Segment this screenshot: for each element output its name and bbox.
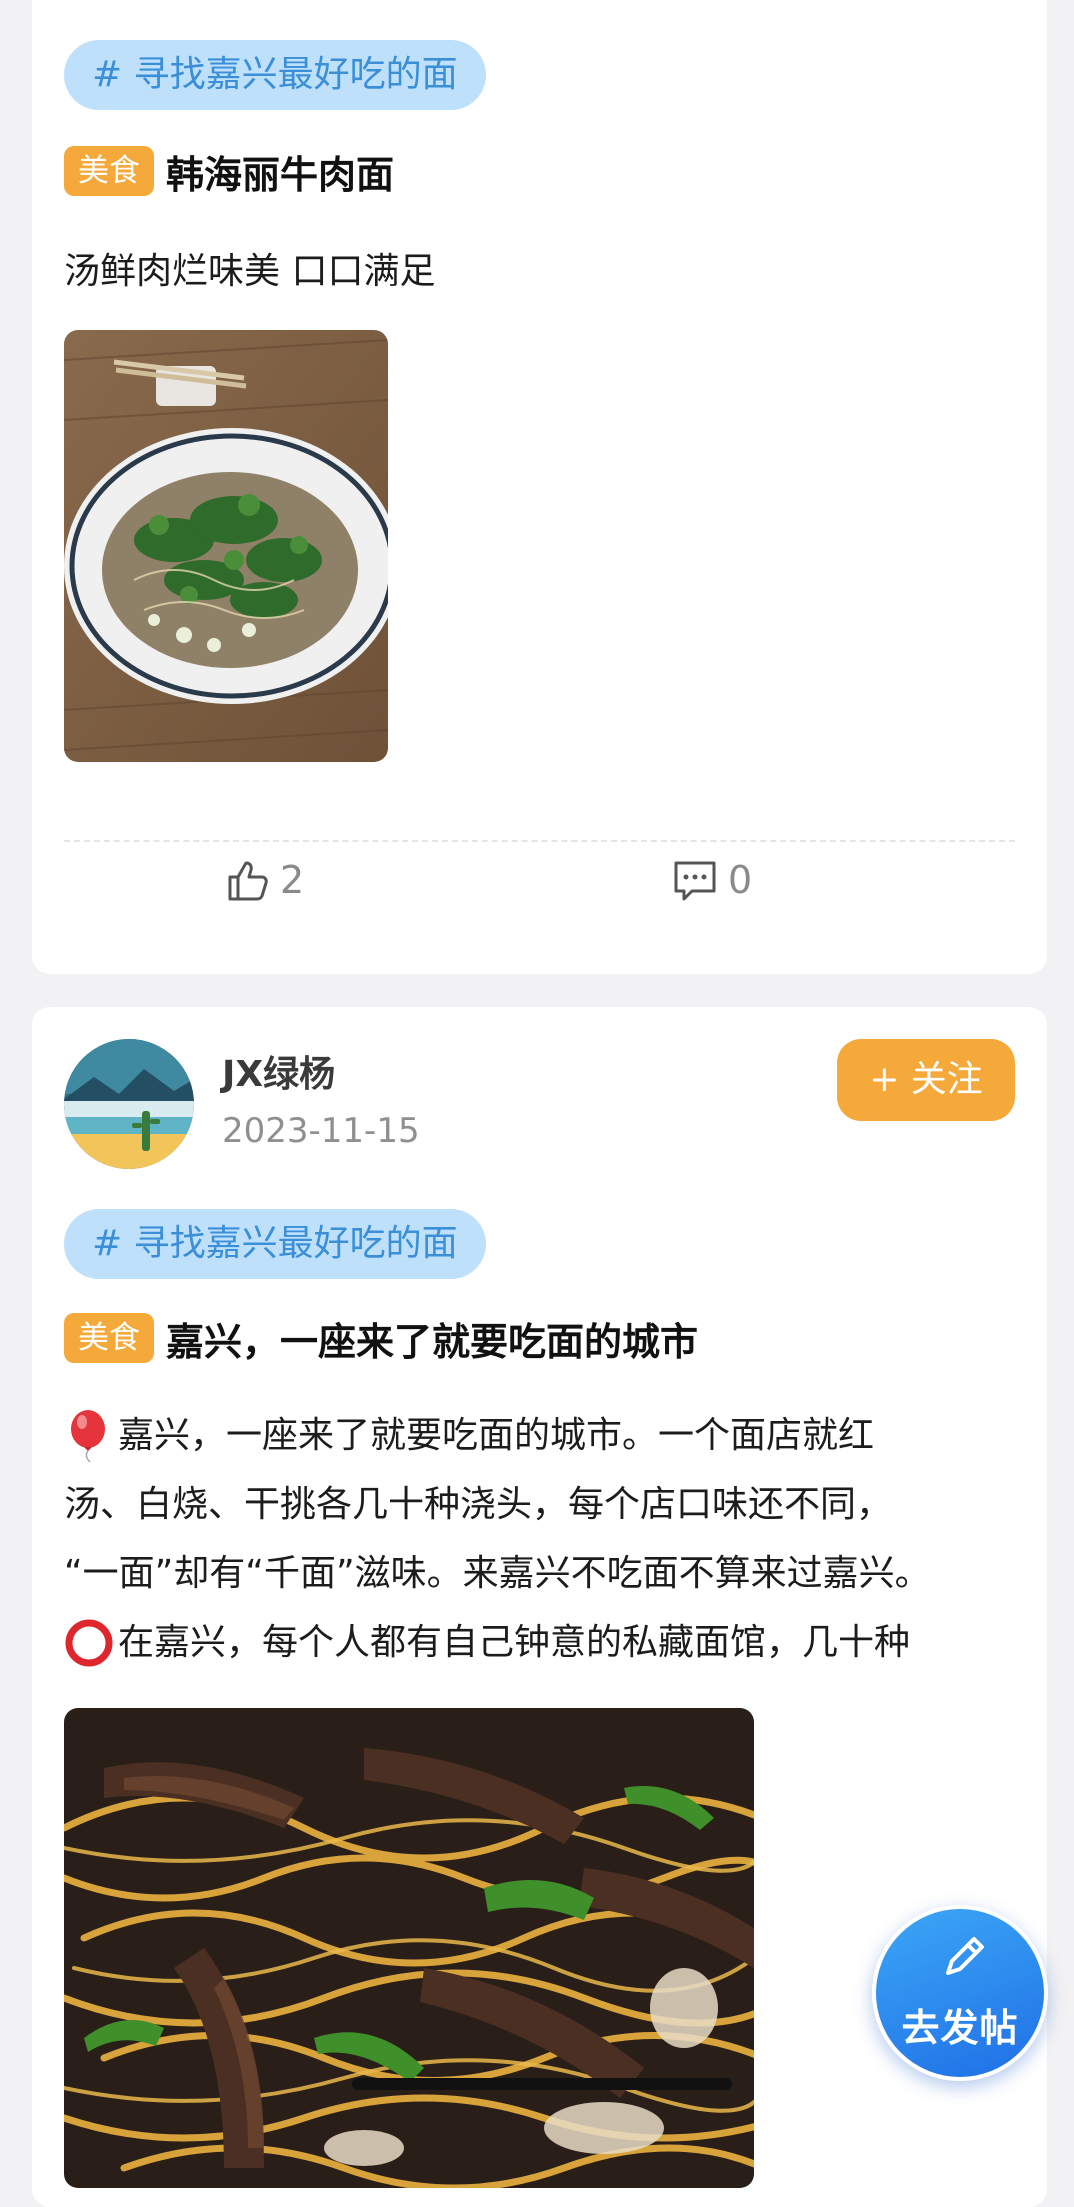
pencil-icon	[946, 1937, 984, 1975]
post-title: 韩海丽牛肉面	[166, 152, 395, 197]
body-line: 在嘉兴，每个人都有自己钟意的私藏面馆，几十种	[64, 1608, 1024, 1677]
post-date: 2023-11-15	[222, 1111, 420, 1151]
body-line: 嘉兴，一座来了就要吃面的城市。一个面店就红	[64, 1401, 1024, 1470]
post-description: 汤鲜肉烂味美 口口满足	[64, 251, 436, 292]
body-line: “一面”却有“千面”滋味。来嘉兴不吃面不算来过嘉兴。	[64, 1553, 931, 1594]
post-title-row[interactable]: 美食 韩海丽牛肉面	[64, 145, 394, 197]
balloon-icon	[71, 1409, 105, 1463]
red-circle-icon	[65, 1619, 113, 1666]
topic-chip[interactable]: # 寻找嘉兴最好吃的面	[64, 40, 486, 110]
post-title-row[interactable]: 美食 嘉兴，一座来了就要吃面的城市	[64, 1312, 698, 1364]
comment-icon	[674, 861, 716, 901]
like-count: 2	[280, 858, 305, 902]
topic-chip[interactable]: # 寻找嘉兴最好吃的面	[64, 1209, 486, 1279]
like-button[interactable]: 2	[224, 850, 304, 910]
post-image-eel-noodle[interactable]	[64, 1708, 754, 2188]
follow-button[interactable]: + 关注	[837, 1039, 1015, 1121]
create-post-label: 去发帖	[901, 2006, 1019, 2050]
card-divider	[64, 840, 1015, 842]
post-title: 嘉兴，一座来了就要吃面的城市	[166, 1319, 699, 1364]
comment-count: 0	[728, 858, 753, 902]
category-tag: 美食	[64, 146, 154, 196]
post-card[interactable]: # 寻找嘉兴最好吃的面 美食 韩海丽牛肉面 汤鲜肉烂味美 口口满足 2 0	[32, 0, 1047, 974]
post-image-beef-noodle[interactable]	[64, 330, 388, 762]
category-tag: 美食	[64, 1313, 154, 1363]
comment-button[interactable]: 0	[672, 850, 752, 910]
thumbs-up-icon	[228, 861, 268, 901]
post-body: 嘉兴，一座来了就要吃面的城市。一个面店就红 汤、白烧、干挑各几十种浇头，每个店口…	[64, 1401, 1024, 1677]
author-name[interactable]: JX绿杨	[222, 1045, 335, 1097]
home-indicator	[352, 2078, 732, 2090]
create-post-button[interactable]: 去发帖	[872, 1905, 1048, 2081]
avatar[interactable]	[64, 1039, 194, 1169]
body-line: 汤、白烧、干挑各几十种浇头，每个店口味还不同，	[64, 1484, 893, 1525]
